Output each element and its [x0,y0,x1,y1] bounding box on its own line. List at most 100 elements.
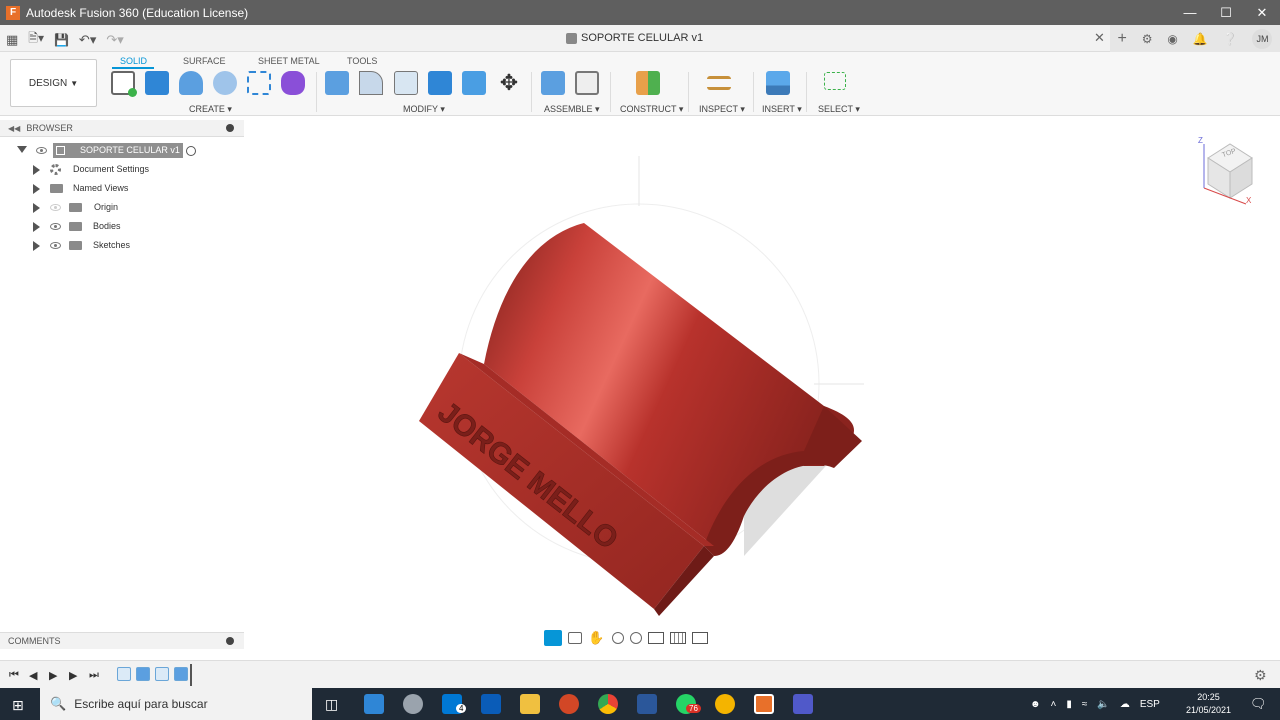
insert-image-icon[interactable] [766,71,790,95]
timeline-settings-gear-icon[interactable]: ⚙ [1254,667,1267,684]
fillet-icon[interactable] [359,71,383,95]
notification-center-icon[interactable]: 🗨 [1250,696,1267,712]
extensions-icon[interactable]: ⚙ [1142,32,1153,46]
select-menu[interactable]: SELECT ▾ [818,104,860,115]
expand-triangle-icon[interactable] [33,203,40,213]
inspect-menu[interactable]: INSPECT ▾ [699,104,745,115]
zoom-icon[interactable] [612,632,624,644]
timeline-extrude-icon[interactable] [136,667,150,681]
redo-icon[interactable]: ↷▾ [106,32,123,48]
add-comment-icon[interactable] [226,637,234,645]
job-status-icon[interactable]: ◉ [1167,32,1177,46]
chamfer-icon[interactable] [394,71,418,95]
battery-icon[interactable]: ▮ [1066,699,1072,710]
pan-hand-icon[interactable]: ✋ [588,630,606,646]
expand-triangle-icon[interactable] [17,146,27,153]
browser-item-bodies[interactable]: Bodies [0,218,244,236]
browser-item-named-views[interactable]: Named Views [0,180,244,198]
browser-root[interactable]: SOPORTE CELULAR v1 [0,142,244,160]
timeline-marker[interactable] [190,664,192,686]
tray-chevron-up-icon[interactable]: ˄ [1051,699,1057,710]
go-to-end-icon[interactable]: ⏭ [89,669,99,682]
shell-icon[interactable] [462,71,486,95]
offset-plane-icon[interactable] [636,71,660,95]
user-avatar[interactable]: JM [1252,28,1273,49]
teams-app-icon[interactable] [793,694,813,714]
new-tab-icon[interactable]: + [1117,30,1126,48]
fusion-360-app-icon[interactable] [754,694,774,714]
modify-menu[interactable]: MODIFY ▾ [403,104,445,115]
display-settings-icon[interactable] [648,632,664,644]
visibility-eye-icon[interactable] [36,147,47,154]
play-icon[interactable]: ▶ [49,669,57,682]
close-tab-icon[interactable]: ✕ [1094,30,1105,46]
viewports-icon[interactable] [692,632,708,644]
app-icon[interactable] [403,694,423,714]
step-forward-icon[interactable]: ▶ [69,669,77,682]
fit-icon[interactable] [630,632,642,644]
revolve-icon[interactable] [179,71,203,95]
assemble-menu[interactable]: ASSEMBLE ▾ [544,104,600,115]
visibility-eye-icon[interactable] [50,223,61,230]
new-component-icon[interactable] [541,71,565,95]
windows-start-icon[interactable]: ⊞ [12,697,24,714]
move-icon[interactable]: ✥ [497,71,521,95]
file-menu-icon[interactable]: 🗎▾ [28,29,44,50]
combine-icon[interactable] [428,71,452,95]
browser-item-sketches[interactable]: Sketches [0,237,244,255]
timeline-extrude-icon[interactable] [174,667,188,681]
create-menu[interactable]: CREATE ▾ [189,104,232,115]
press-pull-icon[interactable] [325,71,349,95]
hole-icon[interactable] [213,71,237,95]
undo-icon[interactable]: ↶▾ [79,32,96,48]
document-tab[interactable]: SOPORTE CELULAR v1 [566,32,703,44]
expand-triangle-icon[interactable] [33,165,40,175]
people-icon[interactable]: ☻ [1030,699,1041,710]
powerpoint-app-icon[interactable] [559,694,579,714]
task-view-icon[interactable]: ◫ [325,696,338,713]
visibility-eye-icon[interactable] [50,204,61,211]
joint-icon[interactable] [575,71,599,95]
minimize-button[interactable]: — [1172,0,1208,25]
taskbar-clock[interactable]: 20:25 21/05/2021 [1186,691,1231,717]
calculator-app-icon[interactable] [364,694,384,714]
outlook-app-icon[interactable] [481,694,501,714]
browser-item-origin[interactable]: Origin [0,199,244,217]
timeline-sketch-icon[interactable] [117,667,131,681]
word-app-icon[interactable] [637,694,657,714]
activate-component-icon[interactable] [186,146,196,156]
collapse-browser-icon[interactable]: ◀◀ [8,124,20,133]
tab-solid[interactable]: SOLID [120,56,147,66]
wifi-icon[interactable]: ≈ [1082,699,1088,710]
browser-options-icon[interactable] [226,124,234,132]
measure-icon[interactable] [707,76,731,90]
volume-icon[interactable]: 🔈 [1097,699,1109,710]
chrome-app-icon[interactable] [598,694,618,714]
pattern-icon[interactable] [247,71,271,95]
expand-triangle-icon[interactable] [33,241,40,251]
close-button[interactable]: ✕ [1244,0,1280,25]
notifications-icon[interactable]: 🔔 [1193,32,1208,46]
tab-tools[interactable]: TOOLS [347,56,377,66]
grid-settings-icon[interactable] [670,632,686,644]
help-icon[interactable]: ❔ [1223,32,1238,46]
expand-triangle-icon[interactable] [33,184,40,194]
onedrive-icon[interactable]: ☁ [1120,699,1130,710]
construct-menu[interactable]: CONSTRUCT ▾ [620,104,683,115]
timeline-sketch-icon[interactable] [155,667,169,681]
create-sketch-icon[interactable] [111,71,137,97]
workspace-switcher-button[interactable]: DESIGN ▼ [10,59,97,107]
tab-sheet-metal[interactable]: SHEET METAL [258,56,320,66]
create-form-icon[interactable] [281,71,305,95]
file-explorer-icon[interactable] [520,694,540,714]
step-back-icon[interactable]: ◀ [29,669,37,682]
extrude-icon[interactable] [145,71,169,95]
insert-menu[interactable]: INSERT ▾ [762,104,802,115]
orbit-icon[interactable] [544,630,562,646]
save-icon[interactable]: 💾 [54,33,69,47]
tab-surface[interactable]: SURFACE [183,56,226,66]
chrome-alt-app-icon[interactable] [715,694,735,714]
language-indicator[interactable]: ESP [1140,699,1160,710]
3d-viewport[interactable]: JORGE MELLO TOP Z X [244,116,1280,660]
visibility-eye-icon[interactable] [50,242,61,249]
